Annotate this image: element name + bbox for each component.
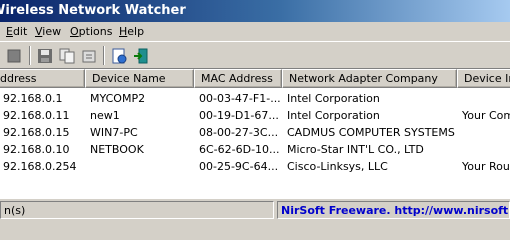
cell-adapter-company: Intel Corporation xyxy=(287,109,380,122)
nirsoft-link[interactable]: NirSoft Freeware. http://www.nirsoft.net xyxy=(277,201,510,219)
cell-mac-address: 00-03-47-F1-... xyxy=(199,92,281,105)
stop-button[interactable] xyxy=(3,45,25,66)
column-header-device-name[interactable]: Device Name xyxy=(85,69,194,88)
copy-button[interactable] xyxy=(56,45,78,66)
properties-icon xyxy=(82,50,96,62)
cell-ip-address: 92.168.0.1 xyxy=(3,92,63,105)
stop-icon xyxy=(7,49,21,62)
cell-adapter-company: Cisco-Linksys, LLC xyxy=(287,160,388,173)
table-row[interactable]: 92.168.0.254 00-25-9C-64... Cisco-Linksy… xyxy=(0,158,510,175)
save-icon xyxy=(38,48,52,63)
table-row[interactable]: 92.168.0.11 new1 00-19-D1-67... Intel Co… xyxy=(0,107,510,124)
column-header-device-info[interactable]: Device Inf xyxy=(457,69,510,88)
copy-icon xyxy=(59,48,75,63)
cell-adapter-company: Micro-Star INT'L CO., LTD xyxy=(287,143,424,156)
column-header-ip-address[interactable]: ddress xyxy=(0,69,85,88)
cell-adapter-company: Intel Corporation xyxy=(287,92,380,105)
cell-adapter-company: CADMUS COMPUTER SYSTEMS xyxy=(287,126,455,139)
title-bar[interactable]: Wireless Network Watcher xyxy=(0,0,510,22)
cell-device-name: new1 xyxy=(90,109,120,122)
html-report-icon xyxy=(112,48,127,63)
cell-device-info xyxy=(457,141,510,158)
exit-button[interactable] xyxy=(130,45,152,66)
cell-device-info: Your Rout xyxy=(462,160,510,173)
menu-bar: Edit View Options Help xyxy=(0,22,510,41)
column-header-adapter-company[interactable]: Network Adapter Company xyxy=(282,69,457,88)
cell-mac-address: 08-00-27-3C... xyxy=(199,126,279,139)
device-list[interactable]: ddress Device Name MAC Address Network A… xyxy=(0,69,510,198)
column-header-row: ddress Device Name MAC Address Network A… xyxy=(0,69,510,88)
cell-ip-address: 92.168.0.15 xyxy=(3,126,70,139)
window-title: Wireless Network Watcher xyxy=(0,3,186,18)
menu-view[interactable]: View xyxy=(35,24,61,39)
menu-edit[interactable]: Edit xyxy=(6,24,27,39)
cell-device-name xyxy=(85,158,194,175)
status-bar: n(s) NirSoft Freeware. http://www.nirsof… xyxy=(0,198,510,220)
status-item-count: n(s) xyxy=(0,201,274,219)
toolbar xyxy=(0,41,510,69)
cell-device-name: WIN7-PC xyxy=(90,126,138,139)
menu-help[interactable]: Help xyxy=(119,24,144,39)
toolbar-separator xyxy=(103,46,105,65)
table-row[interactable]: 92.168.0.1 MYCOMP2 00-03-47-F1-... Intel… xyxy=(0,90,510,107)
cell-ip-address: 92.168.0.10 xyxy=(3,143,70,156)
cell-ip-address: 92.168.0.11 xyxy=(3,109,70,122)
cell-device-name: MYCOMP2 xyxy=(90,92,146,105)
html-report-button[interactable] xyxy=(108,45,130,66)
cell-mac-address: 00-19-D1-67... xyxy=(199,109,279,122)
properties-button[interactable] xyxy=(78,45,100,66)
cell-device-info xyxy=(457,124,510,141)
cell-mac-address: 00-25-9C-64... xyxy=(199,160,279,173)
toolbar-separator xyxy=(29,46,31,65)
exit-icon xyxy=(134,48,148,63)
column-header-mac-address[interactable]: MAC Address xyxy=(194,69,282,88)
menu-options[interactable]: Options xyxy=(70,24,112,39)
cell-ip-address: 92.168.0.254 xyxy=(3,160,77,173)
table-row[interactable]: 92.168.0.15 WIN7-PC 08-00-27-3C... CADMU… xyxy=(0,124,510,141)
table-row[interactable]: 92.168.0.10 NETBOOK 6C-62-6D-10... Micro… xyxy=(0,141,510,158)
save-button[interactable] xyxy=(34,45,56,66)
cell-device-info xyxy=(457,90,510,107)
cell-mac-address: 6C-62-6D-10... xyxy=(199,143,280,156)
cell-device-info: Your Comp xyxy=(462,109,510,122)
cell-device-name: NETBOOK xyxy=(90,143,144,156)
